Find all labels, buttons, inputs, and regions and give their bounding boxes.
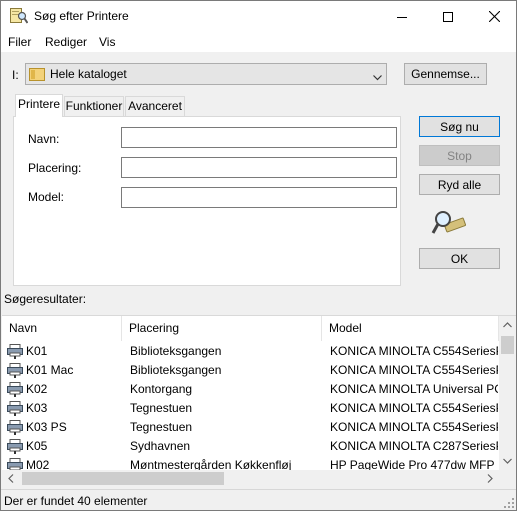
stop-button[interactable]: Stop — [419, 145, 500, 166]
status-bar: Der er fundet 40 elementer — [1, 489, 516, 510]
row-model: KONICA MINOLTA C554SeriesPCL — [330, 344, 498, 358]
table-row[interactable]: K01 Mac Biblioteksgangen KONICA MINOLTA … — [2, 361, 498, 380]
table-row[interactable]: K03 PS Tegnestuen KONICA MINOLTA C554Ser… — [2, 418, 498, 437]
row-model: KONICA MINOLTA C287SeriesPCL — [330, 439, 498, 453]
status-text: Der er fundet 40 elementer — [4, 494, 148, 508]
maximize-button[interactable] — [425, 1, 471, 32]
directory-icon — [29, 67, 45, 81]
row-model: KONICA MINOLTA C554SeriesPCL — [330, 401, 498, 415]
table-row[interactable]: K01 Biblioteksgangen KONICA MINOLTA C554… — [2, 342, 498, 361]
search-in-label: I: — [12, 68, 19, 82]
title-bar: Søg efter Printere — [1, 1, 516, 32]
row-model: KONICA MINOLTA Universal PCL — [330, 382, 498, 396]
search-results-label: Søgeresultater: — [4, 292, 87, 306]
column-header-name[interactable]: Navn — [2, 316, 122, 341]
scroll-up-arrow-icon[interactable] — [503, 322, 512, 328]
minimize-button[interactable] — [379, 1, 425, 32]
network-printer-icon — [7, 439, 23, 454]
network-printer-icon — [7, 382, 23, 397]
row-name: K01 Mac — [26, 363, 74, 377]
model-field[interactable] — [121, 187, 397, 208]
close-icon — [488, 11, 500, 22]
minimize-icon — [397, 16, 407, 18]
location-field[interactable] — [121, 157, 397, 178]
tab-printers[interactable]: Printere — [15, 94, 63, 117]
column-header-location[interactable]: Placering — [122, 316, 322, 341]
resize-grip-icon[interactable] — [504, 498, 514, 508]
menu-edit[interactable]: Rediger — [45, 35, 87, 49]
window-title: Søg efter Printere — [34, 9, 129, 23]
chevron-down-icon — [373, 70, 382, 84]
row-location: Biblioteksgangen — [130, 344, 222, 358]
close-button[interactable] — [471, 1, 517, 32]
maximize-icon — [443, 11, 453, 22]
row-name: K03 — [26, 401, 48, 415]
browse-button[interactable]: Gennemse... — [404, 63, 487, 85]
find-printers-window: Søg efter Printere Filer Rediger Vis I: … — [0, 0, 517, 511]
row-model: KONICA MINOLTA C554SeriesPS — [330, 363, 498, 377]
name-field[interactable] — [121, 127, 397, 148]
model-field-label: Model: — [28, 190, 65, 204]
vertical-scroll-thumb[interactable] — [501, 336, 514, 354]
location-field-label: Placering: — [28, 161, 82, 175]
scrollbar-corner — [499, 470, 516, 486]
scroll-left-arrow-icon[interactable] — [8, 474, 14, 483]
search-in-dropdown[interactable]: Hele kataloget — [25, 63, 387, 85]
row-location: Tegnestuen — [130, 401, 193, 415]
row-model: KONICA MINOLTA C554SeriesPS — [330, 420, 498, 434]
name-field-label: Navn: — [28, 132, 60, 146]
magnifier-search-icon — [431, 208, 467, 238]
network-printer-icon — [7, 363, 23, 378]
search-now-button[interactable]: Søg nu — [419, 116, 500, 137]
search-in-value: Hele kataloget — [50, 67, 127, 81]
table-row[interactable]: K03 Tegnestuen KONICA MINOLTA C554Series… — [2, 399, 498, 418]
printers-tab-panel: Navn: Placering: Model: — [13, 116, 401, 286]
row-name: K02 — [26, 382, 48, 396]
row-name: K03 PS — [26, 420, 67, 434]
network-printer-icon — [7, 420, 23, 435]
clear-all-button[interactable]: Ryd alle — [419, 174, 500, 195]
column-header-model[interactable]: Model — [322, 316, 499, 341]
search-results-list[interactable]: Navn Placering Model K01 Biblioteksgange… — [2, 315, 516, 486]
menu-file[interactable]: Filer — [8, 35, 31, 49]
row-location: Kontorgang — [130, 382, 193, 396]
network-printer-icon — [7, 401, 23, 416]
ok-button[interactable]: OK — [419, 248, 500, 269]
row-name: K01 — [26, 344, 48, 358]
horizontal-scroll-thumb[interactable] — [22, 472, 224, 485]
row-location: Biblioteksgangen — [130, 363, 222, 377]
network-printer-icon — [7, 344, 23, 359]
menu-view[interactable]: Vis — [99, 35, 115, 49]
row-location: Sydhavnen — [130, 439, 191, 453]
find-printers-app-icon — [10, 8, 29, 24]
tab-advanced[interactable]: Avanceret — [125, 96, 185, 116]
horizontal-scrollbar[interactable] — [2, 470, 499, 486]
scroll-down-arrow-icon[interactable] — [503, 458, 512, 464]
table-row[interactable]: K05 Sydhavnen KONICA MINOLTA C287SeriesP… — [2, 437, 498, 456]
tab-features[interactable]: Funktioner — [64, 96, 124, 116]
menu-bar: Filer Rediger Vis — [1, 32, 516, 52]
table-row[interactable]: K02 Kontorgang KONICA MINOLTA Universal … — [2, 380, 498, 399]
scroll-right-arrow-icon[interactable] — [487, 474, 493, 483]
row-location: Tegnestuen — [130, 420, 193, 434]
vertical-scrollbar[interactable] — [499, 316, 516, 470]
row-name: K05 — [26, 439, 48, 453]
